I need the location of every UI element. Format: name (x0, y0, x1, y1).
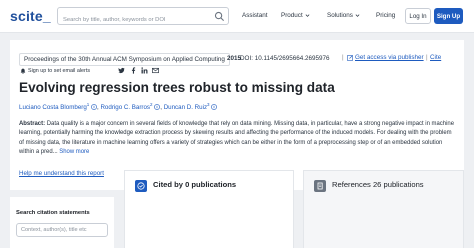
signup-button[interactable]: Sign Up (434, 8, 463, 24)
abstract: Abstract: Data quality is a major concer… (19, 120, 457, 158)
nav-product-label: Product (281, 12, 303, 19)
author-affiliation-number: 3 (207, 102, 210, 107)
tab-references[interactable]: References 26 publications (303, 170, 464, 248)
chevron-down-icon (355, 14, 360, 17)
twitter-icon[interactable] (118, 67, 125, 74)
search-icon[interactable] (214, 11, 225, 22)
nav-pricing[interactable]: Pricing (376, 12, 395, 19)
search-box (57, 7, 229, 28)
orcid-icon (211, 104, 218, 110)
cite-link[interactable]: Cite (430, 54, 441, 61)
login-button[interactable]: Log In (405, 8, 431, 24)
cited-by-icon (135, 180, 147, 192)
nav-product[interactable]: Product (281, 12, 310, 19)
document-icon (317, 182, 323, 190)
top-navigation-bar: scite_ Assistant Product Solutions Prici… (0, 0, 474, 33)
separator: | (342, 54, 344, 61)
citation-search-panel: Search citation statements (10, 197, 114, 248)
author-name: Rodrigo C. Barros (100, 104, 150, 112)
bell-icon (20, 68, 26, 74)
author-affiliation-number: 2 (150, 102, 153, 107)
paper-card: Proceedings of the 30th Annual ACM Sympo… (10, 40, 464, 190)
nav-solutions[interactable]: Solutions (327, 12, 360, 19)
chevron-down-icon (305, 14, 310, 17)
link-icon (347, 54, 353, 61)
get-access-label: Get access via publisher (355, 54, 424, 61)
references-icon (314, 180, 326, 192)
nav-assistant[interactable]: Assistant (242, 12, 268, 19)
doi-text[interactable]: DOI: 10.1145/2695664.2695976 (240, 55, 330, 62)
citation-search-label: Search citation statements (16, 210, 90, 216)
separator: | (426, 54, 428, 61)
author-link[interactable]: Duncan D. Ruiz3 (163, 102, 218, 112)
author-link[interactable]: Luciano Costa Blomberg1 (19, 102, 97, 112)
mail-icon[interactable] (152, 67, 159, 74)
abstract-label: Abstract: (19, 121, 46, 127)
references-label: References 26 publications (332, 180, 424, 189)
tab-cited-by[interactable]: Cited by 0 publications (124, 170, 294, 248)
facebook-icon[interactable] (130, 67, 137, 74)
nav-assistant-label: Assistant (242, 12, 268, 19)
citation-search-input[interactable] (16, 223, 108, 237)
cited-by-label: Cited by 0 publications (153, 180, 237, 189)
author-affiliation-number: 1 (86, 102, 90, 107)
linkedin-icon[interactable] (141, 67, 148, 74)
check-icon (137, 182, 145, 190)
venue-badge[interactable]: Proceedings of the 30th Annual ACM Sympo… (19, 53, 230, 66)
logo-text: scite (10, 8, 43, 24)
get-access-link[interactable]: Get access via publisher (347, 54, 424, 61)
show-more-link[interactable]: Show more (59, 149, 89, 155)
nav-solutions-label: Solutions (327, 12, 353, 19)
help-understand-link[interactable]: Help me understand this report (19, 170, 104, 177)
paper-title: Evolving regression trees robust to miss… (19, 80, 335, 95)
author-name: Duncan D. Ruiz (163, 104, 208, 112)
author-link[interactable]: Rodrigo C. Barros2 (100, 102, 161, 112)
email-alerts-link[interactable]: Sign up to set email alerts (20, 68, 90, 74)
nav-pricing-label: Pricing (376, 12, 396, 19)
logo-underscore: _ (42, 8, 51, 24)
scite-logo[interactable]: scite_ (10, 8, 51, 24)
search-input[interactable] (58, 12, 208, 28)
author-list: Luciano Costa Blomberg1 , Rodrigo C. Bar… (19, 102, 218, 112)
author-name: Luciano Costa Blomberg (19, 104, 87, 112)
email-alerts-label: Sign up to set email alerts (28, 68, 91, 74)
publication-year: 2015 (227, 55, 242, 62)
